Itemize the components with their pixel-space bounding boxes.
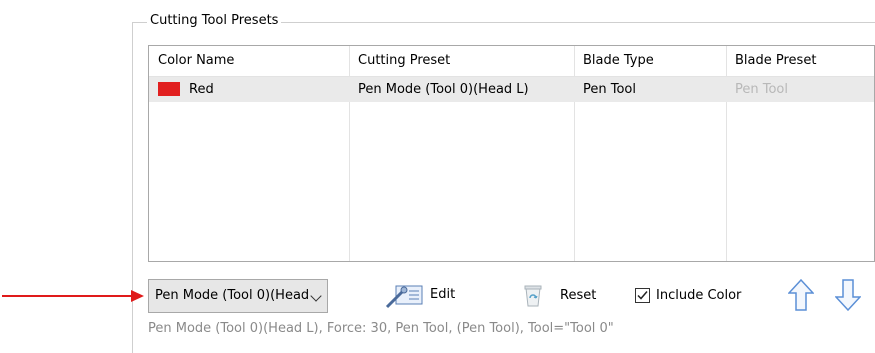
column-header-color-name[interactable]: Color Name [149,46,349,76]
column-header-cutting-preset[interactable]: Cutting Preset [349,46,574,76]
include-color-label[interactable]: Include Color [656,282,741,310]
table-header: Color Name Cutting Preset Blade Type Bla… [149,46,874,77]
cell-blade-preset: Pen Tool [735,82,788,97]
cell-blade-type: Pen Tool [583,82,636,97]
annotation-arrow-head [131,290,144,302]
move-up-button[interactable] [787,278,815,315]
arrow-down-icon [834,279,862,312]
preset-dropdown[interactable]: Pen Mode (Tool 0)(Head [148,279,328,313]
preset-dropdown-value: Pen Mode (Tool 0)(Head [155,288,310,303]
annotation-arrow-line [2,295,132,297]
chevron-down-icon [310,290,322,302]
column-header-blade-preset[interactable]: Blade Preset [726,46,874,76]
edit-label: Edit [430,287,456,302]
checkmark-icon [637,291,648,300]
move-down-button[interactable] [834,279,862,315]
group-title: Cutting Tool Presets [147,13,282,28]
reset-label: Reset [560,288,597,303]
color-swatch [158,82,180,96]
cell-color-name: Red [149,77,349,102]
cell-cutting-preset: Pen Mode (Tool 0)(Head L) [358,82,529,97]
table-row[interactable]: Red Pen Mode (Tool 0)(Head L) Pen Tool P… [149,77,874,102]
column-header-blade-type[interactable]: Blade Type [574,46,726,76]
status-text: Pen Mode (Tool 0)(Head L), Force: 30, Pe… [148,321,614,336]
arrow-up-icon [787,278,815,311]
color-name-text: Red [189,82,214,97]
edit-icon [384,283,424,320]
include-color-checkbox[interactable] [635,288,650,303]
presets-table[interactable]: Color Name Cutting Preset Blade Type Bla… [148,45,875,262]
recycle-icon [520,283,546,320]
